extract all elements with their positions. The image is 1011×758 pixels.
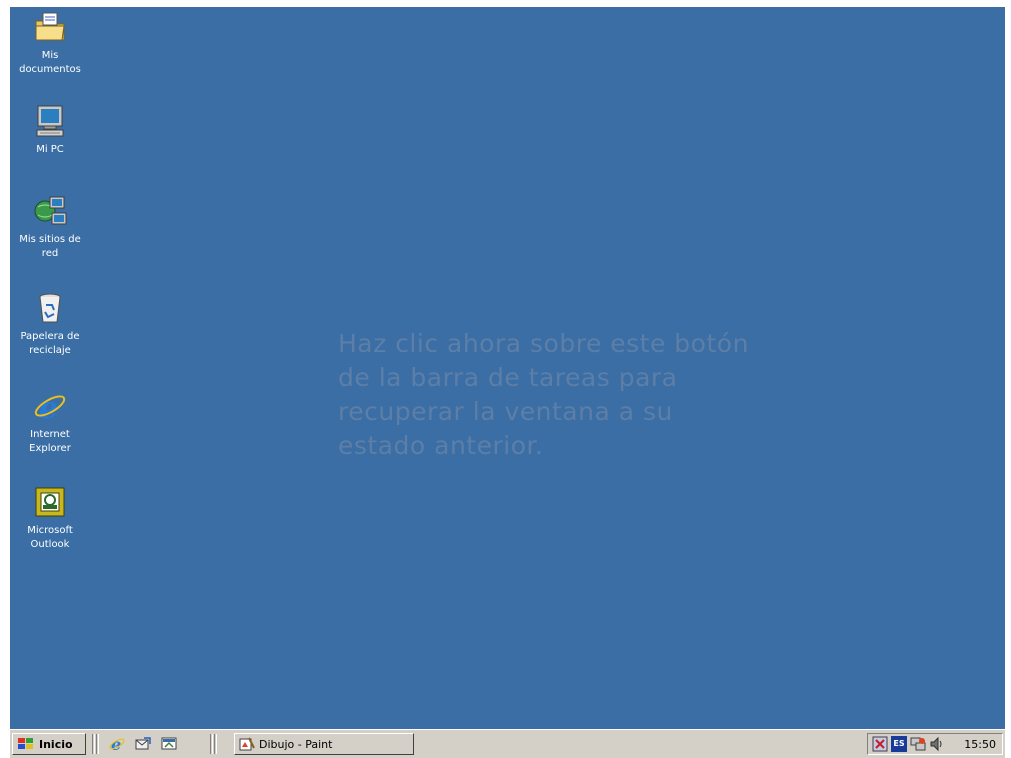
taskbar: Inicio e Dibujo - Paint ES 15:50 [10,729,1005,758]
computer-icon [32,103,68,139]
language-es-icon[interactable]: ES [891,736,907,752]
desktop-icon-internet-explorer[interactable]: e Internet Explorer [10,388,90,456]
desktop-icon-mis-sitios-de-red[interactable]: Mis sitios de red [10,193,90,261]
desktop-icon-label: Mis documentos [19,50,81,75]
quicklaunch-internet-explorer-icon[interactable]: e [108,735,126,754]
taskbar-divider [214,734,217,754]
desktop-icon-label: Papelera de reciclaje [20,331,80,356]
desktop-icon-papelera[interactable]: Papelera de reciclaje [10,290,90,358]
desktop: Mis documentos Mi PC Mis sitios de red P… [10,7,1005,729]
task-button-label: Dibujo - Paint [259,737,333,751]
start-button[interactable]: Inicio [12,733,86,755]
desktop-icon-label: Microsoft Outlook [27,525,73,550]
quicklaunch-show-desktop-icon[interactable] [160,735,178,753]
windows-logo-icon [17,737,35,751]
clock[interactable]: 15:50 [964,738,996,751]
desktop-icon-label: Mis sitios de red [19,234,81,259]
desktop-icon-mi-pc[interactable]: Mi PC [10,103,90,157]
network-icon [32,193,68,229]
taskbar-divider [96,734,99,754]
system-tray: ES 15:50 [867,733,1003,755]
desktop-icon-mis-documentos[interactable]: Mis documentos [10,9,90,77]
svg-text:e: e [39,391,58,424]
paint-icon [239,736,255,752]
instruction-text: Haz clic ahora sobre este botón de la ba… [338,329,749,460]
folder-icon [32,9,68,45]
desktop-icon-label: Internet Explorer [29,429,71,454]
internet-explorer-icon: e [32,388,68,426]
desktop-icon-label: Mi PC [36,144,64,155]
taskbar-button-paint[interactable]: Dibujo - Paint [234,733,414,755]
outlook-icon [32,484,68,520]
quicklaunch-outlook-express-icon[interactable] [134,735,152,753]
taskbar-divider [210,734,213,754]
desktop-icon-microsoft-outlook[interactable]: Microsoft Outlook [10,484,90,552]
antivirus-icon[interactable] [872,736,888,752]
volume-icon[interactable] [929,736,945,752]
taskbar-divider [92,734,95,754]
language-indicator: ES [893,739,905,748]
start-label: Inicio [39,737,73,751]
network-tray-icon[interactable] [910,736,926,752]
recycle-bin-icon [32,290,68,326]
